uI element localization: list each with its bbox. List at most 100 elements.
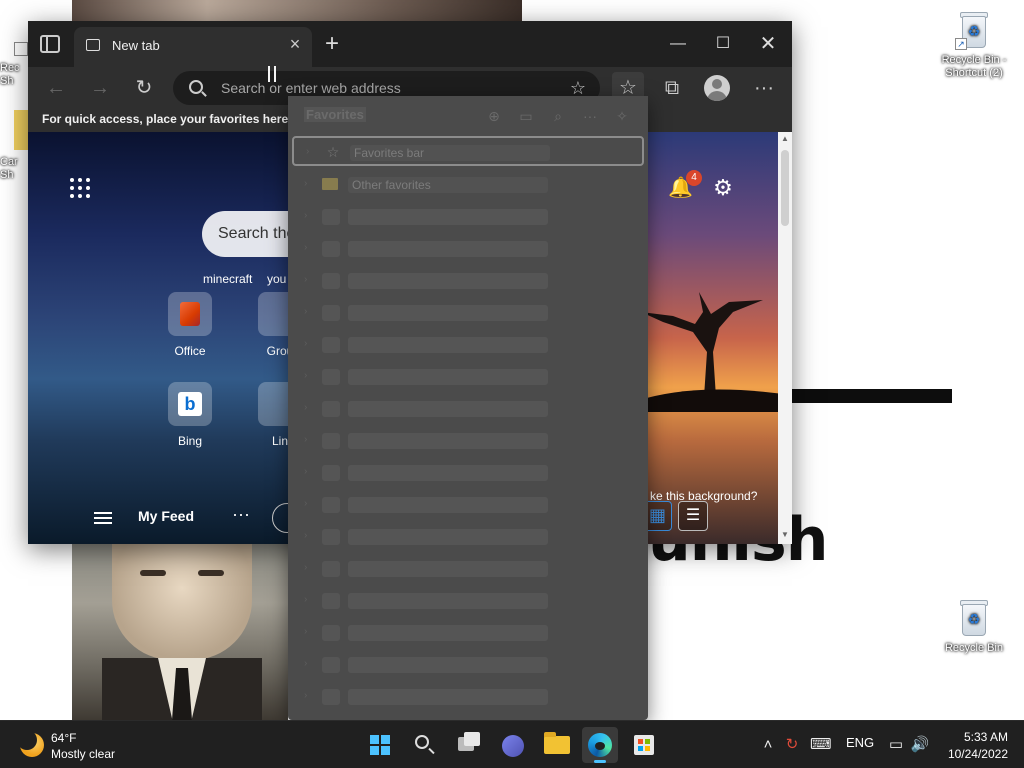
- chat-button[interactable]: [494, 727, 530, 763]
- page-scrollbar[interactable]: ▲ ▼: [778, 132, 792, 544]
- collections-button[interactable]: ⧉: [656, 72, 688, 104]
- search-favorites-icon[interactable]: ⌕: [548, 106, 568, 126]
- settings-more-button[interactable]: ···: [748, 72, 780, 104]
- favorites-flyout: Favorites ⊕ ▭ ⌕ ··· ✧ › ☆ Favorites bar …: [288, 96, 648, 720]
- clock-time[interactable]: 5:33 AM: [958, 730, 1008, 744]
- wallpaper-black-bar: [792, 389, 952, 403]
- notification-count-badge: 4: [686, 170, 702, 186]
- pin-flyout-icon[interactable]: ✧: [612, 106, 632, 126]
- desktop-icon-partial-bottom[interactable]: Car Sh: [0, 110, 30, 182]
- favorites-bar-hint: For quick access, place your favorites h…: [42, 112, 307, 126]
- desktop-icon-partial-top[interactable]: Rec Sh: [0, 42, 30, 88]
- title-bar: New tab × + — ☐ ✕: [28, 21, 792, 67]
- scrollbar-thumb[interactable]: [781, 150, 789, 226]
- chevron-right-icon: ›: [304, 370, 308, 381]
- weather-moon-icon[interactable]: [17, 730, 44, 757]
- network-icon[interactable]: ▭: [886, 735, 906, 755]
- hamburger-menu-icon[interactable]: [94, 512, 112, 524]
- wallpaper-figure-eye: [140, 570, 166, 576]
- placeholder-icon: [322, 401, 340, 417]
- chevron-right-icon: ›: [304, 658, 308, 669]
- clock-date[interactable]: 10/24/2022: [942, 747, 1008, 761]
- tile-office[interactable]: Office: [160, 292, 220, 358]
- quick-link-minecraft[interactable]: minecraft: [203, 272, 252, 286]
- favorites-item-other-favorites[interactable]: › Other favorites: [292, 170, 644, 200]
- volume-icon[interactable]: 🔊: [910, 735, 930, 755]
- edge-taskbar-button[interactable]: [582, 727, 618, 763]
- back-button[interactable]: ←: [40, 72, 72, 104]
- tab-actions-icon[interactable]: [40, 35, 60, 53]
- apps-launcher-icon[interactable]: [70, 178, 90, 198]
- ntp-search-placeholder: Search the: [218, 225, 296, 242]
- placeholder-icon: [322, 689, 340, 705]
- chevron-up-icon[interactable]: ˄: [758, 735, 778, 755]
- new-tab-button[interactable]: +: [320, 32, 344, 57]
- active-app-indicator: [594, 760, 606, 763]
- weather-temperature[interactable]: 64°F: [51, 731, 76, 745]
- placeholder-icon: [322, 241, 340, 257]
- more-options-icon[interactable]: ···: [580, 106, 600, 126]
- placeholder-icon: [322, 305, 340, 321]
- placeholder-label: [348, 689, 548, 705]
- desktop-icon-recycle-bin-shortcut[interactable]: ♻ ↗ Recycle Bin - Shortcut (2): [934, 10, 1014, 80]
- placeholder-icon: [322, 497, 340, 513]
- favorites-item-favorites-bar[interactable]: › ☆ Favorites bar: [292, 136, 644, 166]
- placeholder-label: [348, 433, 548, 449]
- favorites-item-label: Other favorites: [348, 177, 548, 193]
- file-explorer-button[interactable]: [538, 727, 574, 763]
- task-view-button[interactable]: [450, 727, 486, 763]
- add-favorite-icon[interactable]: ☆: [568, 78, 588, 98]
- placeholder-label: [348, 305, 548, 321]
- tile-label: Bing: [177, 434, 203, 448]
- windows-logo-icon: [370, 735, 390, 755]
- maximize-button[interactable]: ☐: [703, 29, 743, 59]
- favorites-placeholder-row: ›: [292, 202, 644, 232]
- tile-bing[interactable]: b Bing: [160, 382, 220, 448]
- scroll-up-arrow-icon[interactable]: ▲: [780, 134, 790, 144]
- close-tab-icon[interactable]: ×: [286, 35, 304, 53]
- favorites-placeholder-row: ›: [292, 618, 644, 648]
- chevron-right-icon: ›: [304, 306, 308, 317]
- tile-label: Office: [174, 344, 206, 358]
- favorites-placeholder-row: ›: [292, 330, 644, 360]
- placeholder-icon: [322, 625, 340, 641]
- tab-title: New tab: [112, 38, 160, 53]
- list-view-icon[interactable]: ☰: [678, 501, 708, 531]
- my-feed-tab[interactable]: My Feed: [138, 508, 194, 524]
- weather-description[interactable]: Mostly clear: [51, 747, 115, 761]
- placeholder-label: [348, 593, 548, 609]
- start-button[interactable]: [362, 727, 398, 763]
- add-folder-icon[interactable]: ▭: [516, 106, 536, 126]
- scroll-down-arrow-icon[interactable]: ▼: [780, 530, 790, 540]
- profile-avatar[interactable]: [704, 75, 730, 101]
- quick-link-you[interactable]: you: [267, 272, 286, 286]
- desktop-icon-recycle-bin[interactable]: ♻ Recycle Bin: [934, 598, 1014, 655]
- placeholder-label: [348, 497, 548, 513]
- placeholder-icon: [322, 561, 340, 577]
- chevron-right-icon: ›: [304, 498, 308, 509]
- add-page-to-favorites-icon[interactable]: ⊕: [484, 106, 504, 126]
- placeholder-icon: [322, 465, 340, 481]
- desktop-icon-label: Recycle Bin: [944, 642, 1004, 654]
- feed-more-button[interactable]: ···: [232, 504, 250, 525]
- sync-alert-icon[interactable]: ↻: [782, 735, 802, 755]
- page-settings-gear-icon[interactable]: ⚙: [710, 175, 736, 201]
- minimize-button[interactable]: —: [658, 29, 698, 59]
- chevron-right-icon[interactable]: ›: [304, 178, 314, 190]
- chevron-right-icon[interactable]: ›: [306, 146, 316, 158]
- tab-new-tab[interactable]: New tab ×: [74, 27, 312, 67]
- placeholder-label: [348, 561, 548, 577]
- input-language[interactable]: ENG: [846, 735, 874, 750]
- favorites-placeholder-row: ›: [292, 682, 644, 712]
- taskbar-search-button[interactable]: [406, 727, 442, 763]
- close-window-button[interactable]: ✕: [748, 29, 788, 59]
- forward-button[interactable]: →: [84, 72, 116, 104]
- refresh-button[interactable]: ↻: [128, 72, 160, 104]
- store-button[interactable]: [626, 727, 662, 763]
- chevron-right-icon: ›: [304, 466, 308, 477]
- favorites-placeholder-row: ›: [292, 458, 644, 488]
- placeholder-label: [348, 241, 548, 257]
- placeholder-icon: [322, 209, 340, 225]
- keyboard-icon[interactable]: ⌨: [810, 735, 832, 755]
- placeholder-label: [348, 401, 548, 417]
